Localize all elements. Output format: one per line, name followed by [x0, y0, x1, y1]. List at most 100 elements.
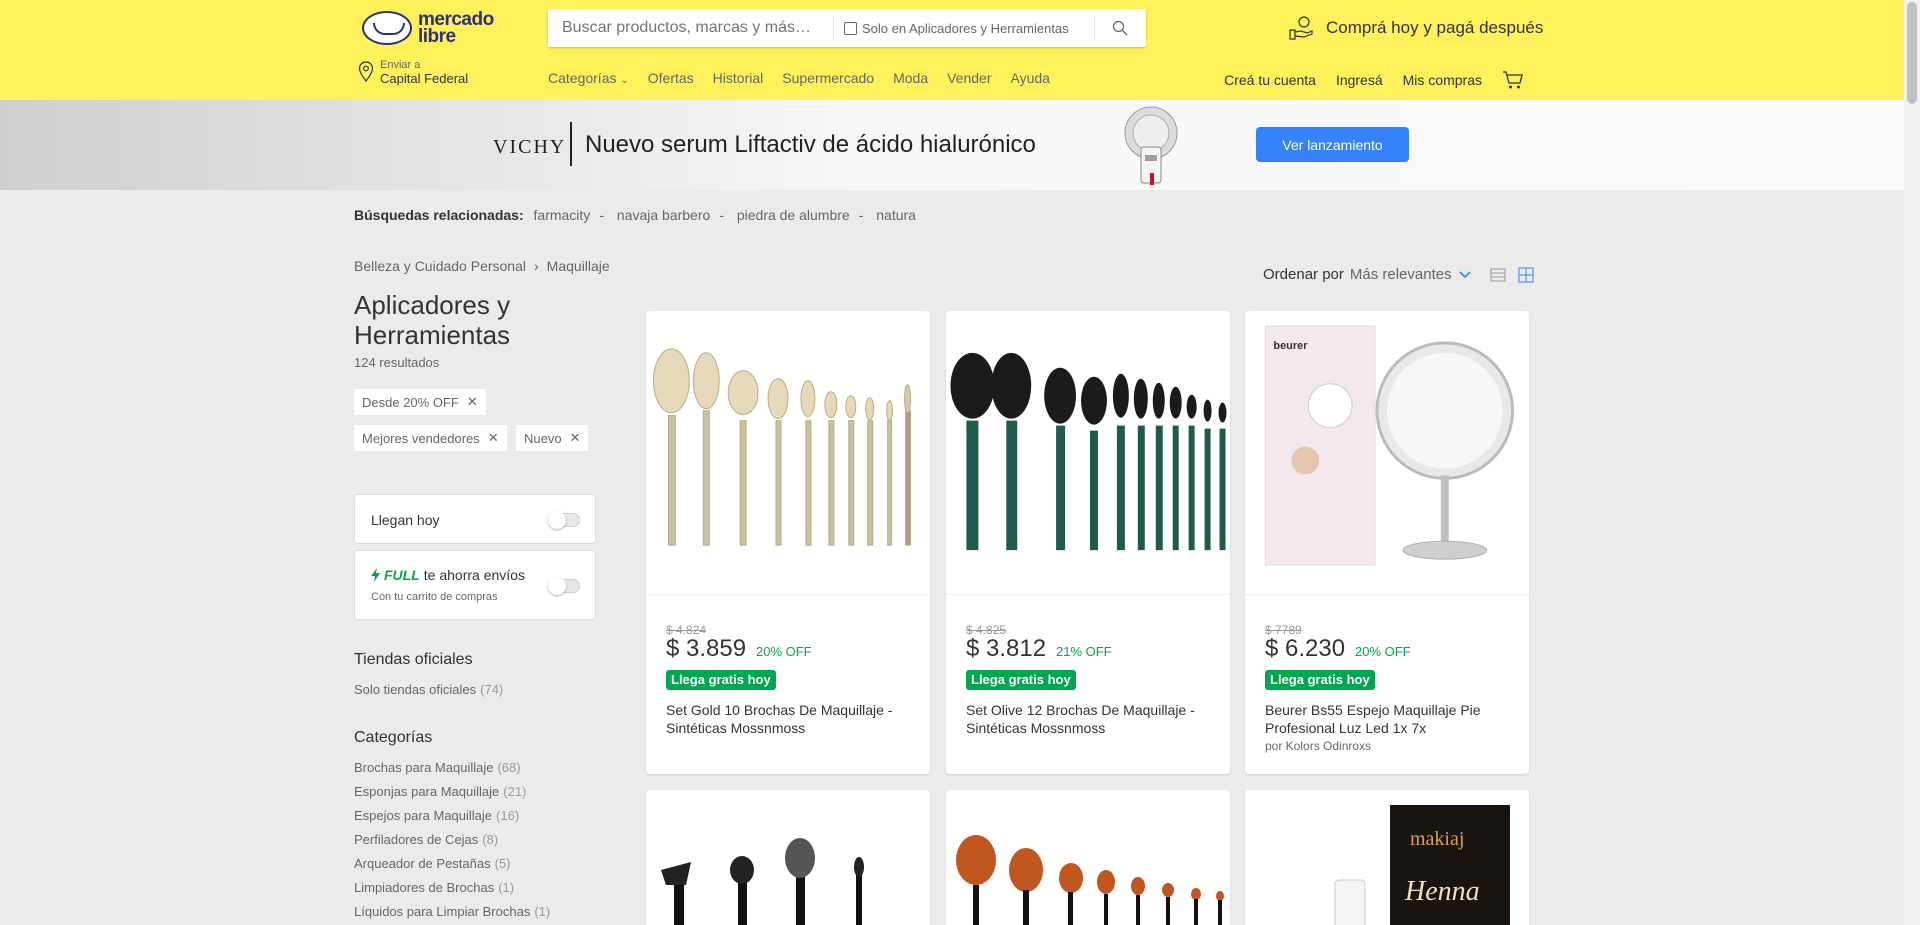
nav-ofertas[interactable]: Ofertas	[648, 70, 694, 86]
free-shipping-badge: Llega gratis hoy	[966, 670, 1076, 690]
chevron-right-icon: ›	[534, 258, 539, 274]
filter-chip[interactable]: Nuevo ✕	[516, 425, 589, 451]
product-image[interactable]	[646, 790, 930, 925]
category-link[interactable]: Esponjas para Maquillaje (21)	[354, 784, 526, 799]
official-stores-label: Solo tiendas oficiales	[354, 682, 477, 697]
category-link[interactable]: Brochas para Maquillaje (68)	[354, 760, 521, 775]
mirror-box-brand: beurer	[1273, 340, 1308, 352]
category-link[interactable]: Líquidos para Limpiar Brochas (1)	[354, 904, 550, 919]
nav-vender[interactable]: Vender	[947, 70, 991, 86]
close-icon[interactable]: ✕	[488, 430, 499, 446]
category-count: (8)	[482, 832, 499, 847]
product-card[interactable]: $ 4.824 $ 3.859 20% OFF Llega gratis hoy…	[646, 311, 930, 774]
category-link[interactable]: Arqueador de Pestañas (5)	[354, 856, 511, 871]
promo-link[interactable]: Comprá hoy y pagá después	[1288, 14, 1543, 42]
handshake-icon	[362, 11, 412, 45]
page-title: Aplicadores y Herramientas	[354, 290, 511, 350]
related-link[interactable]: navaja barbero	[617, 207, 710, 223]
breadcrumb-link[interactable]: Belleza y Cuidado Personal	[354, 258, 526, 274]
banner-brand: VICHY	[493, 136, 567, 158]
list-view-icon[interactable]	[1490, 267, 1506, 283]
location-text: Enviar a Capital Federal	[380, 58, 468, 86]
shipping-location[interactable]: Enviar a Capital Federal	[358, 58, 468, 86]
category-count: (5)	[494, 856, 511, 871]
account-nav: Creá tu cuenta Ingresá Mis compras	[1204, 70, 1524, 90]
cart-icon[interactable]	[1502, 70, 1524, 90]
filter-chip[interactable]: Mejores vendedores ✕	[354, 425, 507, 451]
login-link[interactable]: Ingresá	[1336, 72, 1383, 88]
scrollbar-thumb[interactable]	[1907, 2, 1917, 104]
logo-text-line-2: libre	[418, 26, 456, 47]
current-price: $ 3.812	[966, 635, 1047, 662]
related-link[interactable]: farmacity	[534, 207, 591, 223]
arrives-today-filter[interactable]: Llegan hoy	[354, 494, 596, 544]
nav-categories[interactable]: Categorías ⌄	[548, 70, 629, 86]
category-name: Espejos para Maquillaje	[354, 808, 493, 823]
current-price: $ 3.859	[666, 635, 747, 662]
arrives-today-switch[interactable]	[548, 511, 580, 529]
filter-chip-label: Mejores vendedores	[362, 430, 480, 446]
product-image[interactable]	[946, 790, 1230, 925]
official-stores-title: Tiendas oficiales	[354, 651, 473, 668]
create-account-link[interactable]: Creá tu cuenta	[1224, 72, 1316, 88]
official-stores-link[interactable]: Solo tiendas oficiales (74)	[354, 682, 503, 697]
scrollbar[interactable]	[1904, 0, 1920, 925]
sort-control[interactable]: Ordenar por Más relevantes	[1263, 266, 1472, 283]
breadcrumb: Belleza y Cuidado Personal › Maquillaje	[354, 258, 610, 274]
category-name: Perfiladores de Cejas	[354, 832, 479, 847]
category-count: (1)	[534, 904, 551, 919]
nav-ayuda[interactable]: Ayuda	[1010, 70, 1049, 86]
product-card[interactable]: makiaj Henna	[1245, 790, 1529, 925]
product-title[interactable]: Set Olive 12 Brochas De Maquillaje - Sin…	[966, 701, 1216, 737]
nav-historial[interactable]: Historial	[713, 70, 764, 86]
categories-title: Categorías	[354, 729, 433, 746]
breadcrumb-link[interactable]: Maquillaje	[547, 258, 610, 274]
checkbox-icon[interactable]	[844, 21, 857, 35]
close-icon[interactable]: ✕	[570, 430, 581, 446]
category-link[interactable]: Perfiladores de Cejas (8)	[354, 832, 498, 847]
search-input[interactable]	[548, 9, 833, 47]
product-image[interactable]: makiaj Henna	[1245, 790, 1529, 925]
current-price: $ 6.230	[1265, 635, 1346, 662]
my-purchases-link[interactable]: Mis compras	[1403, 72, 1482, 88]
separator: -	[719, 207, 724, 223]
category-link[interactable]: Espejos para Maquillaje (16)	[354, 808, 519, 823]
product-image[interactable]: beurer	[1245, 311, 1529, 595]
grid-view-icon[interactable]	[1518, 267, 1534, 283]
nav-categories-label: Categorías	[548, 70, 617, 86]
product-image[interactable]	[946, 311, 1230, 595]
related-link[interactable]: piedra de alumbre	[737, 207, 850, 223]
hand-coin-icon	[1289, 16, 1313, 40]
separator: -	[599, 207, 604, 223]
banner-divider	[570, 122, 572, 166]
nav-supermercado[interactable]: Supermercado	[782, 70, 874, 86]
view-toggle	[1490, 267, 1534, 283]
filter-chip[interactable]: Desde 20% OFF ✕	[354, 389, 486, 415]
category-name: Esponjas para Maquillaje	[354, 784, 500, 799]
product-card[interactable]: beurer $ 7789 $ 6.230 20% OFF Llega grat…	[1245, 311, 1529, 774]
related-link[interactable]: natura	[876, 207, 916, 223]
mercadolibre-logo[interactable]: mercado libre	[362, 9, 498, 47]
full-shipping-filter[interactable]: FULL te ahorra envíos Con tu carrito de …	[354, 550, 596, 620]
full-shipping-switch[interactable]	[548, 577, 580, 595]
category-count: (1)	[498, 880, 515, 895]
nav-moda[interactable]: Moda	[893, 70, 928, 86]
close-icon[interactable]: ✕	[467, 394, 478, 410]
launch-button[interactable]: Ver lanzamiento	[1256, 127, 1409, 162]
results-count: 124 resultados	[354, 355, 440, 370]
sort-value[interactable]: Más relevantes	[1350, 266, 1452, 283]
search-scope-checkbox[interactable]: Solo en Aplicadores y Herramientas	[834, 21, 1094, 36]
search-button[interactable]	[1095, 9, 1145, 47]
sort-label: Ordenar por	[1263, 266, 1344, 283]
product-card[interactable]	[946, 790, 1230, 925]
product-card[interactable]: $ 4.825 $ 3.812 21% OFF Llega gratis hoy…	[946, 311, 1230, 774]
full-text: te ahorra envíos	[423, 567, 525, 583]
product-image[interactable]	[646, 311, 930, 595]
product-card[interactable]	[646, 790, 930, 925]
category-link[interactable]: Limpiadores de Brochas (1)	[354, 880, 514, 895]
discount-label: 20% OFF	[1355, 644, 1411, 659]
product-title[interactable]: Beurer Bs55 Espejo Maquillaje Pie Profes…	[1265, 701, 1515, 737]
logo-text: mercado libre	[418, 10, 494, 47]
product-title[interactable]: Set Gold 10 Brochas De Maquillaje - Sint…	[666, 701, 916, 737]
search-scope-label: Solo en Aplicadores y Herramientas	[862, 20, 1069, 36]
